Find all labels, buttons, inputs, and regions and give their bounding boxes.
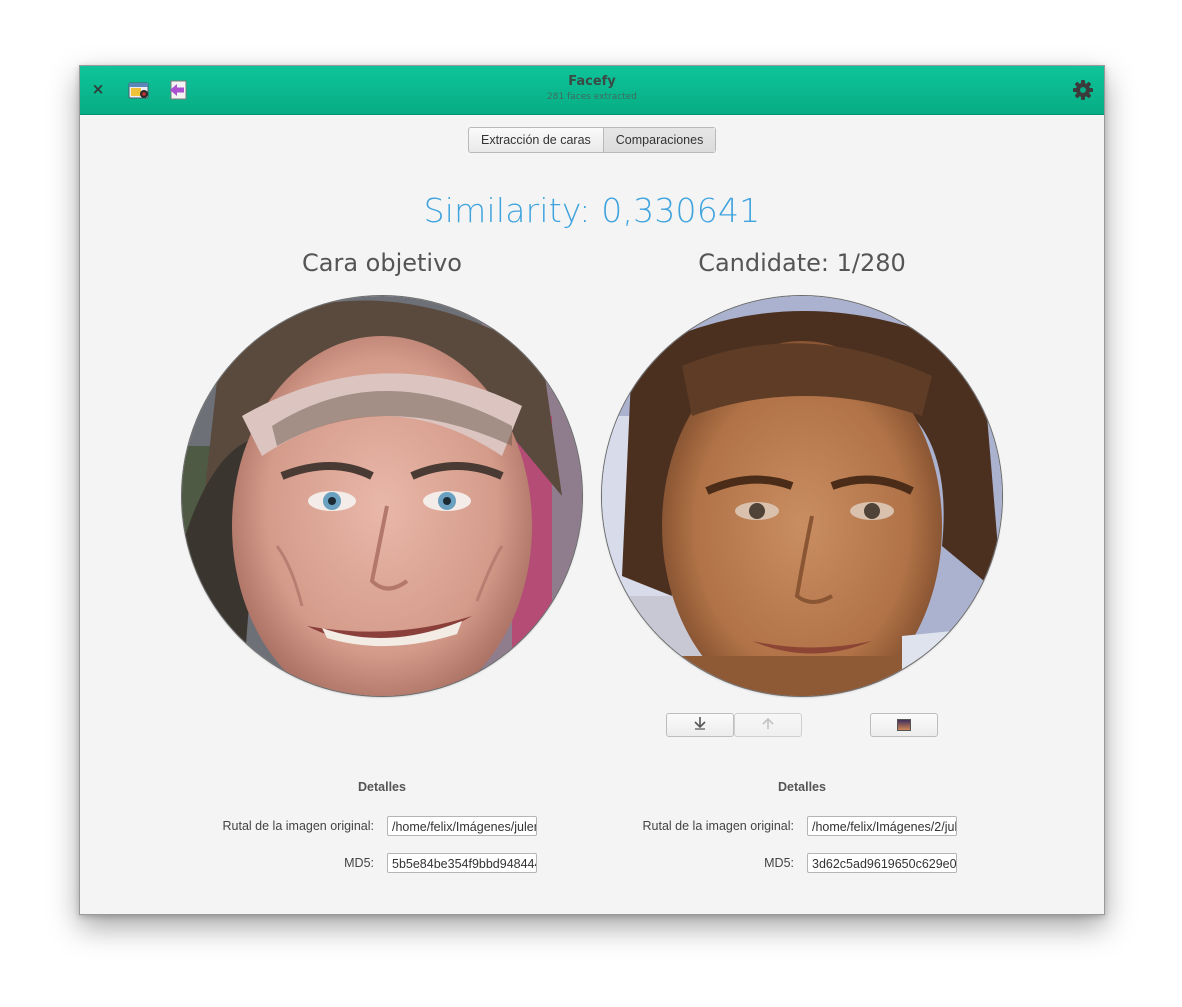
window-title: Facefy xyxy=(568,74,616,89)
target-path-field[interactable]: /home/felix/Imágenes/julen xyxy=(387,816,537,836)
next-candidate-button[interactable] xyxy=(666,713,734,737)
view-switcher: Extracción de caras Comparaciones xyxy=(468,127,717,153)
target-face-image xyxy=(182,296,582,696)
candidate-details-title: Detalles xyxy=(778,780,826,794)
target-path-label: Rutal de la imagen original: xyxy=(222,819,374,833)
candidate-path-label: Rutal de la imagen original: xyxy=(642,819,794,833)
similarity-score: Similarity: 0,330641 xyxy=(423,191,761,230)
target-md5-field[interactable]: 5b5e84be354f9bbd948444 xyxy=(387,853,537,873)
target-details-title: Detalles xyxy=(358,780,406,794)
candidate-md5-label: MD5: xyxy=(764,856,794,870)
app-window: × Facefy 281 faces extracted Extracción … xyxy=(79,65,1105,915)
titlebar: × Facefy 281 faces extracted xyxy=(80,66,1104,115)
gear-icon[interactable] xyxy=(1072,79,1094,101)
candidate-md5-field[interactable]: 3d62c5ad9619650c629e03 xyxy=(807,853,957,873)
tab-face-extraction[interactable]: Extracción de caras xyxy=(469,128,603,152)
target-face-heading: Cara objetivo xyxy=(302,249,462,277)
tab-comparisons[interactable]: Comparaciones xyxy=(602,128,716,152)
candidate-face-image xyxy=(602,296,1002,696)
candidate-heading: Candidate: 1/280 xyxy=(698,249,906,277)
window-subtitle: 281 faces extracted xyxy=(547,92,637,102)
next-down-icon xyxy=(692,715,708,735)
open-original-image-button[interactable] xyxy=(870,713,938,737)
previous-candidate-button[interactable] xyxy=(734,713,802,737)
target-md5-label: MD5: xyxy=(344,856,374,870)
candidate-path-field[interactable]: /home/felix/Imágenes/2/jul xyxy=(807,816,957,836)
open-image-icon xyxy=(897,716,911,735)
previous-up-icon xyxy=(760,715,776,735)
title-area: Facefy 281 faces extracted xyxy=(80,74,1104,103)
